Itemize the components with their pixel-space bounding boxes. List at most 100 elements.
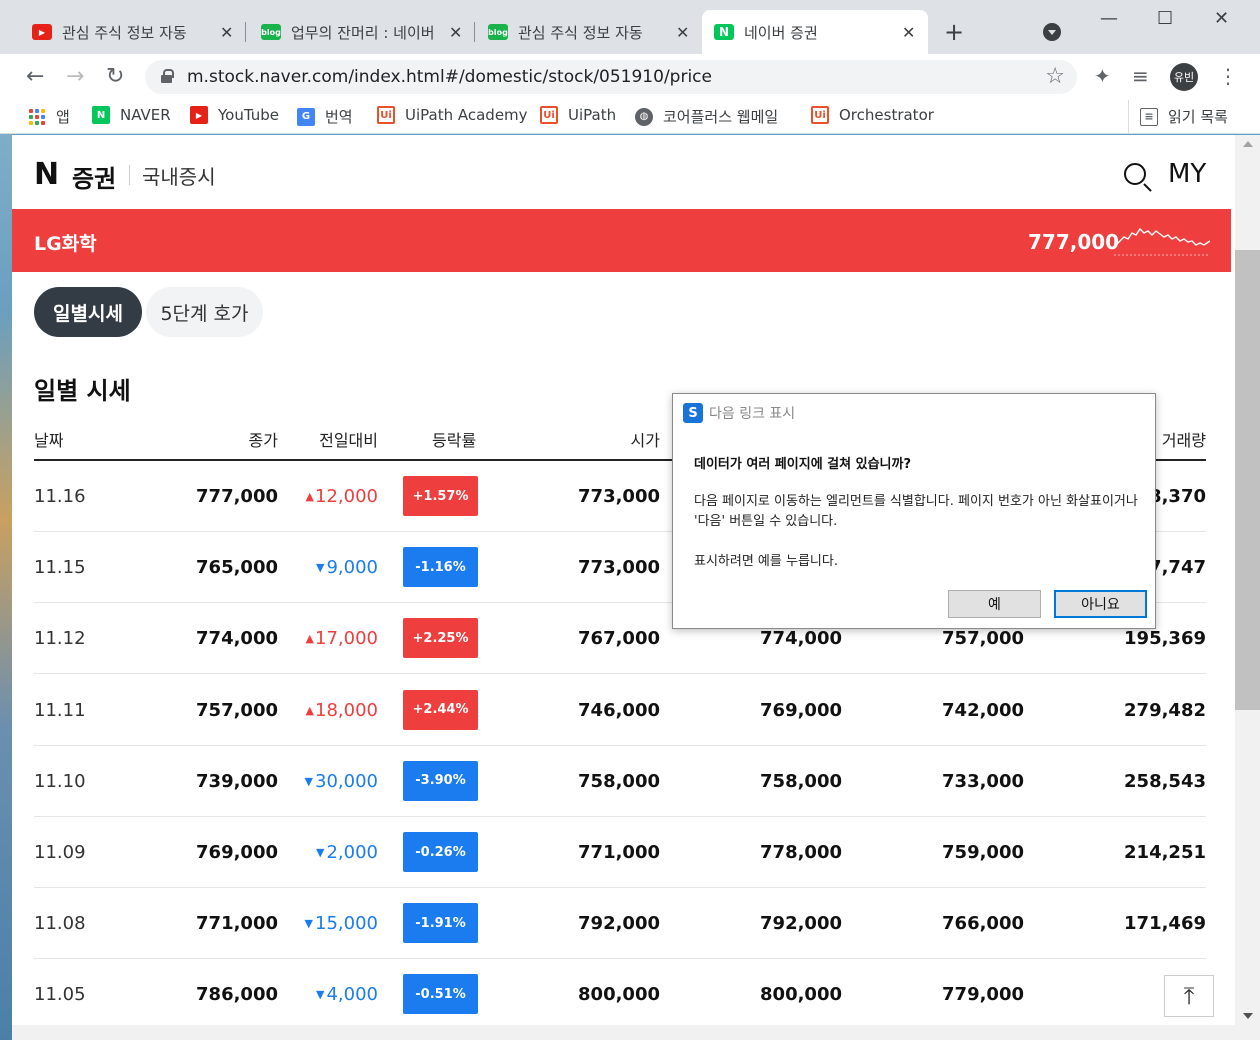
dialog-body: 다음 페이지로 이동하는 엘리먼트를 식별합니다. 페이지 번호가 아닌 화살표… (694, 494, 1138, 529)
tab-2[interactable]: blog 업무의 잔머리 : 네이버 ✕ (249, 10, 475, 54)
cell-close: 765,000 (196, 557, 278, 579)
reload-icon[interactable]: ↻ (106, 64, 124, 89)
bookmark-translate[interactable]: G 번역 (297, 106, 353, 127)
new-tab-button[interactable]: + (944, 18, 964, 46)
bookmark-label: UiPath (568, 106, 617, 124)
divider (129, 165, 130, 185)
cell-volume: 258,543 (1124, 770, 1206, 792)
horizontal-scrollbar[interactable] (12, 1025, 1260, 1040)
bookmark-youtube[interactable]: ▶ YouTube (190, 106, 279, 124)
cell-close: 786,000 (196, 984, 278, 1006)
vertical-scrollbar[interactable] (1235, 135, 1260, 1025)
back-icon[interactable]: ← (26, 64, 44, 89)
cell-date: 11.12 (34, 628, 86, 650)
my-button[interactable]: MY (1168, 159, 1206, 189)
bookmark-star-icon[interactable]: ☆ (1045, 64, 1065, 89)
bookmark-label: 코어플러스 웹메일 (663, 108, 779, 126)
cell-change: 2,000 (316, 842, 378, 863)
youtube-icon: ▶ (190, 106, 208, 124)
cell-change: 18,000 (306, 700, 378, 721)
cell-open: 792,000 (578, 913, 660, 935)
bookmark-label: Orchestrator (839, 106, 934, 124)
table-row: 11.10 739,000 30,000 -3.90% 758,000 758,000 73… (34, 746, 1206, 817)
table-row: 11.05 786,000 4,000 -0.51% 800,000 800,000 779… (34, 959, 1206, 1025)
section-title[interactable]: 국내증시 (142, 161, 216, 190)
blog-icon: blog (261, 24, 281, 40)
globe-icon: ◍ (635, 107, 653, 126)
cell-low: 759,000 (942, 842, 1024, 863)
cell-date: 11.09 (34, 842, 86, 863)
cell-high: 778,000 (760, 842, 842, 863)
browser-toolbar: ← → ↻ m.stock.naver.com/index.html#/dome… (0, 54, 1260, 100)
forward-icon[interactable]: → (66, 64, 84, 89)
search-icon[interactable] (1124, 163, 1146, 185)
cell-high: 800,000 (760, 984, 842, 1006)
blog-icon: blog (488, 24, 508, 40)
brand-title[interactable]: 증권 (72, 159, 116, 194)
cell-volume: 279,482 (1124, 699, 1206, 721)
cell-rate-badge: -0.26% (403, 832, 478, 872)
stock-summary-bar: LG화학 777,000 (12, 209, 1231, 272)
cell-date: 11.05 (34, 984, 86, 1006)
naver-logo[interactable]: N (34, 157, 59, 192)
scrollbar-thumb[interactable] (1235, 250, 1260, 710)
close-icon[interactable]: ✕ (220, 23, 233, 42)
tab-daily-price[interactable]: 일별시세 (34, 287, 142, 337)
address-bar[interactable]: m.stock.naver.com/index.html#/domestic/s… (145, 60, 1077, 94)
site-header: N 증권 국내증시 MY (12, 135, 1235, 209)
cell-low: 766,000 (942, 913, 1024, 935)
cell-low: 757,000 (942, 628, 1024, 650)
cell-close: 739,000 (196, 770, 278, 792)
close-icon[interactable]: ✕ (902, 23, 915, 42)
bookmark-label: YouTube (218, 106, 279, 124)
cell-date: 11.10 (34, 770, 86, 792)
scroll-to-top-button[interactable]: ⤒ (1164, 975, 1214, 1017)
dialog-question: 데이터가 여러 페이지에 걸쳐 있습니까? (694, 457, 912, 472)
uipath-studio-icon: S (683, 403, 703, 423)
menu-icon[interactable]: ⋮ (1218, 64, 1238, 88)
bookmark-orchestrator[interactable]: Ui Orchestrator (811, 106, 934, 124)
tab-title: 관심 주식 정보 자동 (62, 23, 187, 42)
tab-order-book[interactable]: 5단계 호가 (146, 287, 263, 337)
naver-icon: N (92, 106, 110, 124)
cell-high: 758,000 (760, 770, 842, 792)
yes-button[interactable]: 예 (948, 590, 1041, 618)
bookmark-webmail[interactable]: ◍ 코어플러스 웹메일 (635, 106, 778, 127)
close-icon[interactable]: ✕ (449, 23, 462, 42)
window-close-icon[interactable]: ✕ (1214, 8, 1229, 29)
cell-rate-badge: -0.51% (403, 974, 478, 1015)
cell-high: 792,000 (760, 913, 842, 935)
cell-rate-badge: -1.16% (403, 547, 478, 588)
cell-open: 800,000 (578, 984, 660, 1006)
minimize-icon[interactable]: — (1100, 8, 1118, 29)
scroll-down-arrow-icon[interactable] (1243, 1013, 1253, 1019)
maximize-icon[interactable]: ☐ (1157, 8, 1173, 29)
bookmark-apps[interactable]: 앱 (28, 106, 70, 127)
cell-rate-badge: +2.25% (403, 618, 478, 659)
header-date: 날짜 (34, 431, 64, 450)
reading-list-button[interactable]: ≡ 읽기 목록 (1140, 106, 1228, 127)
tab-3[interactable]: blog 관심 주식 정보 자동 ✕ (476, 10, 702, 54)
no-button[interactable]: 아니요 (1054, 590, 1147, 618)
tab-1[interactable]: ▶ 관심 주식 정보 자동 ✕ (20, 10, 246, 54)
cell-rate-badge: +1.57% (403, 476, 478, 516)
tab-4-active[interactable]: N 네이버 증권 ✕ (702, 10, 928, 54)
media-control-icon[interactable]: ≡ (1132, 64, 1149, 88)
close-icon[interactable]: ✕ (676, 23, 689, 42)
scroll-up-arrow-icon[interactable] (1243, 141, 1253, 147)
bookmark-label: UiPath Academy (405, 106, 528, 124)
bookmark-uipath-academy[interactable]: Ui UiPath Academy (377, 106, 528, 124)
tab-search-icon[interactable] (1043, 23, 1061, 41)
cell-date: 11.11 (34, 699, 86, 721)
section-heading: 일별 시세 (34, 377, 131, 405)
next-link-dialog: S 다음 링크 표시 데이터가 여러 페이지에 걸쳐 있습니까? 다음 페이지로… (672, 393, 1156, 629)
bookmark-naver[interactable]: N NAVER (92, 106, 171, 124)
extensions-icon[interactable]: ✦ (1094, 64, 1111, 88)
lock-icon (161, 69, 174, 83)
profile-avatar[interactable]: 유빈 (1170, 63, 1198, 91)
bookmark-label: 번역 (325, 108, 353, 126)
bookmark-uipath[interactable]: Ui UiPath (540, 106, 616, 124)
uipath-icon: Ui (811, 106, 829, 124)
header-rate: 등락률 (432, 431, 477, 450)
cell-volume: 214,251 (1124, 842, 1206, 863)
